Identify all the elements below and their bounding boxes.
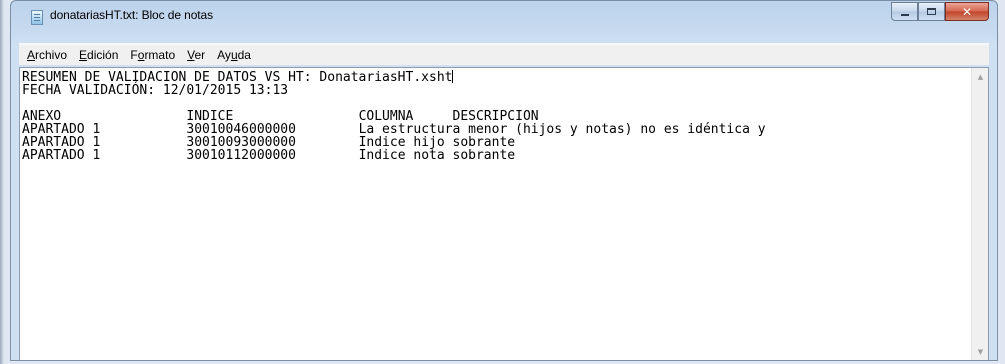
caption-buttons: ✕: [891, 2, 989, 22]
scroll-up-icon: ▲: [977, 72, 984, 81]
document-text[interactable]: RESUMEN DE VALIDACIÓN DE DATOS VS HT: Do…: [22, 70, 972, 360]
scroll-up-button[interactable]: ▲: [972, 68, 988, 85]
text-editor[interactable]: RESUMEN DE VALIDACIÓN DE DATOS VS HT: Do…: [19, 67, 989, 360]
validation-date-line: FECHA VALIDACIÓN: 12/01/2015 13:13: [22, 83, 289, 98]
menu-bar: Archivo Edición Formato Ver Ayuda: [19, 45, 989, 65]
maximize-button[interactable]: [918, 2, 945, 21]
minimize-button[interactable]: [891, 2, 918, 21]
menu-ayuda[interactable]: Ayuda: [216, 48, 252, 62]
row-3-anexo: APARTADO 1: [22, 148, 101, 163]
vertical-scrollbar[interactable]: ▲ ▼: [971, 68, 988, 360]
row-3-text: Indice nota sobrante: [358, 148, 516, 163]
menu-ver[interactable]: Ver: [186, 48, 206, 62]
title-bar[interactable]: donatariasHT.txt: Bloc de notas ✕: [11, 1, 997, 31]
close-icon: ✕: [961, 4, 973, 19]
minimize-icon: [900, 13, 909, 16]
notepad-icon: [31, 10, 43, 25]
menu-edicion[interactable]: Edición: [78, 48, 119, 62]
window-title: donatariasHT.txt: Bloc de notas: [50, 8, 213, 22]
maximize-icon: [927, 8, 936, 15]
close-button[interactable]: ✕: [945, 2, 989, 21]
scroll-down-icon: ▼: [977, 347, 984, 356]
menu-archivo[interactable]: Archivo: [26, 48, 68, 62]
text-caret: [452, 70, 454, 83]
background-window-edge: [0, 0, 10, 364]
menu-formato[interactable]: Formato: [129, 48, 176, 62]
row-3-indice: 30010112000000: [186, 148, 296, 163]
notepad-window: donatariasHT.txt: Bloc de notas ✕ Archiv…: [10, 0, 998, 361]
scroll-down-button[interactable]: ▼: [972, 343, 988, 360]
